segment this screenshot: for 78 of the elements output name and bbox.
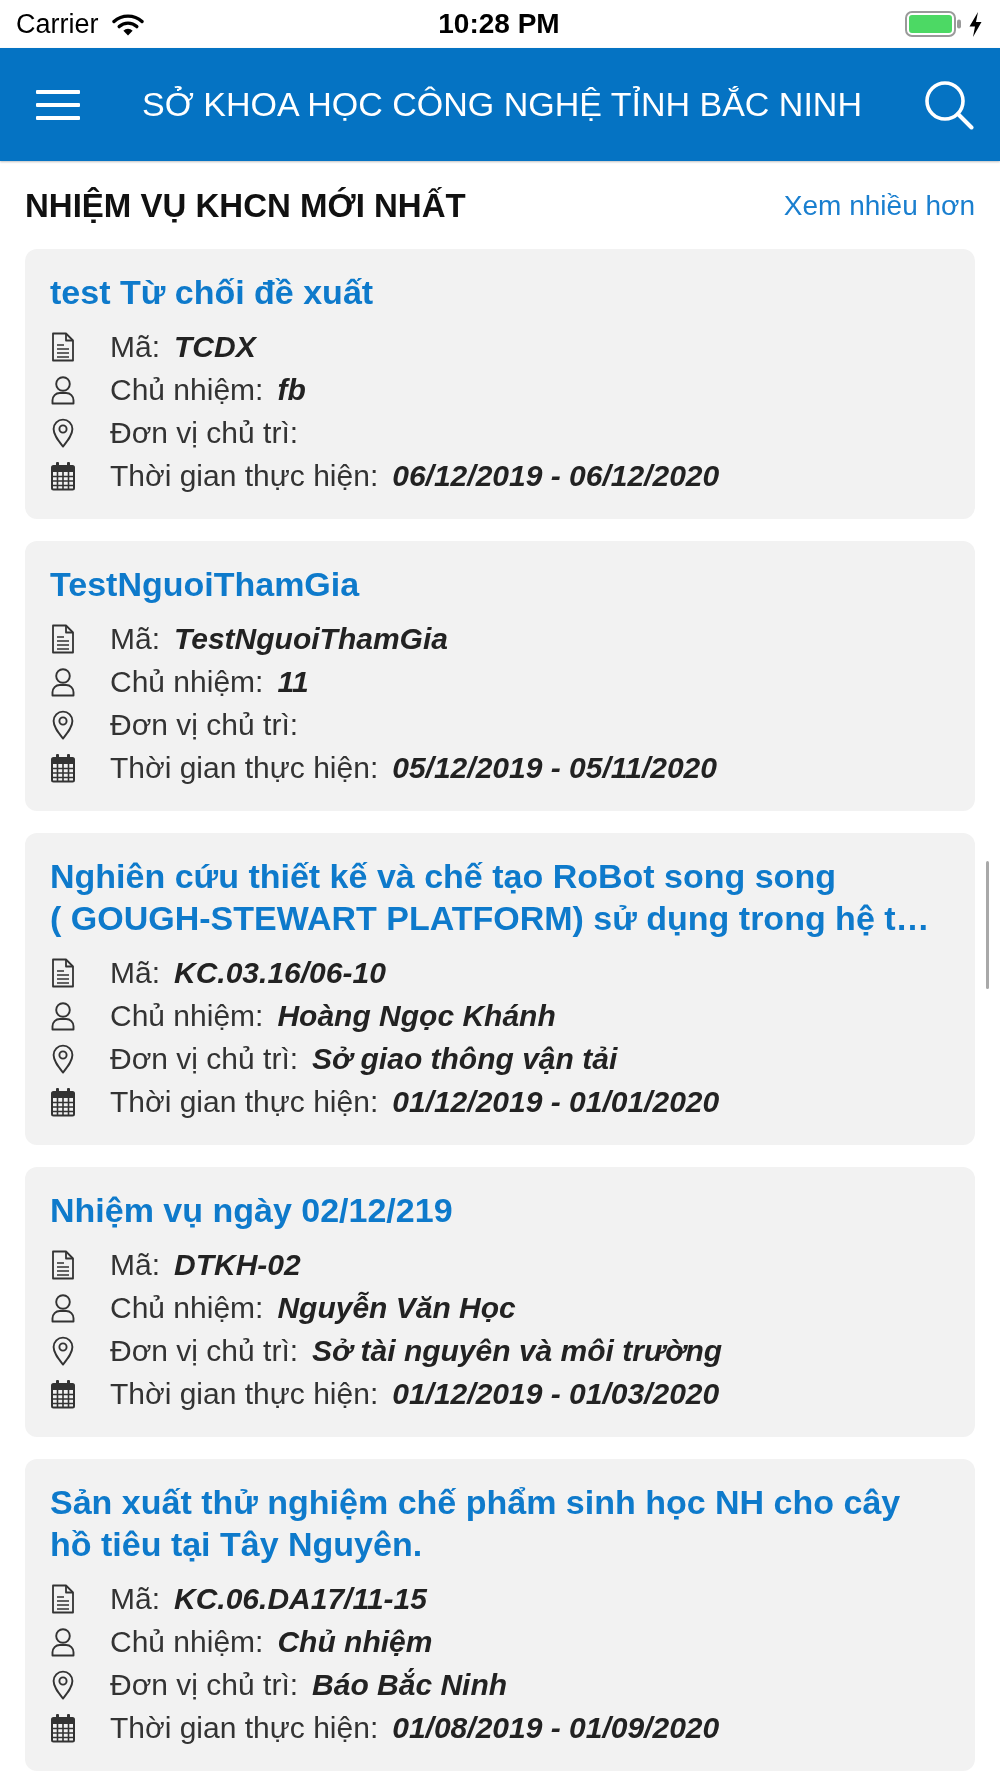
map-pin-icon: [50, 1335, 76, 1366]
field-label: Đơn vị chủ trì:: [110, 1332, 299, 1369]
document-icon: [50, 1583, 76, 1614]
section-title: NHIỆM VỤ KHCN MỚI NHẤT: [25, 188, 466, 224]
field-value: fb: [277, 371, 306, 408]
person-icon: [50, 1000, 76, 1031]
field-label: Đơn vị chủ trì:: [110, 1040, 299, 1077]
field-value: DTKH-02: [174, 1246, 301, 1283]
task-card[interactable]: Nhiệm vụ ngày 02/12/219 Mã: DTKH-02 Chủ nhiệm: Nguyễn Văn Học Đơn vị chủ trì: Sở tài nguyên và môi trường Thời gian thực hiện: 01/12/2019 - 01/03/2020: [25, 1167, 975, 1437]
field-value: Nguyễn Văn Học: [277, 1289, 516, 1326]
task-card[interactable]: test Từ chối đề xuất Mã: TCDX Chủ nhiệm: fb Đơn vị chủ trì: Thời gian thực hiện: 06/12/2019 - 06/12/2020: [25, 249, 975, 519]
field-value: Báo Bắc Ninh: [312, 1666, 508, 1703]
field-value: Sở giao thông vận tải: [312, 1040, 618, 1077]
field-label: Thời gian thực hiện:: [110, 1083, 379, 1120]
field-value: 01/12/2019 - 01/01/2020: [392, 1083, 720, 1120]
person-icon: [50, 666, 76, 697]
field-value: Hoàng Ngọc Khánh: [277, 997, 556, 1034]
person-icon: [50, 374, 76, 405]
task-title: Sản xuất thử nghiệm chế phẩm sinh học NH cho cây hồ tiêu tại Tây Nguyên.: [50, 1482, 902, 1565]
field-label: Đơn vị chủ trì:: [110, 706, 299, 743]
field-label: Mã:: [110, 1246, 160, 1283]
field-value: 05/12/2019 - 05/11/2020: [392, 749, 717, 786]
field-value: TestNguoiThamGia: [174, 620, 448, 657]
map-pin-icon: [50, 417, 76, 448]
person-icon: [50, 1626, 76, 1657]
search-icon[interactable]: [924, 79, 974, 130]
see-more-link[interactable]: Xem nhiều hơn: [783, 188, 975, 224]
document-icon: [50, 1249, 76, 1280]
task-title: TestNguoiThamGia: [50, 564, 361, 605]
map-pin-icon: [50, 709, 76, 740]
calendar-icon: [50, 752, 76, 783]
task-title: Nhiệm vụ ngày 02/12/219: [50, 1190, 454, 1231]
carrier-name: Carrier: [16, 10, 99, 38]
field-value: Sở tài nguyên và môi trường: [312, 1332, 723, 1369]
field-label: Chủ nhiệm:: [110, 997, 264, 1034]
field-label: Mã:: [110, 328, 160, 365]
field-label: Mã:: [110, 620, 160, 657]
field-value: 01/12/2019 - 01/03/2020: [392, 1375, 720, 1412]
field-value: KC.06.DA17/11-15: [174, 1580, 427, 1617]
map-pin-icon: [50, 1043, 76, 1074]
field-label: Thời gian thực hiện:: [110, 1709, 379, 1746]
calendar-icon: [50, 1086, 76, 1117]
task-card[interactable]: Sản xuất thử nghiệm chế phẩm sinh học NH cho cây hồ tiêu tại Tây Nguyên. Mã: KC.06.DA17/11-15 Chủ nhiệm: Chủ nhiệm Đơn vị chủ trì: Báo Bắc Ninh Thời gian thực hiện: 01/08/2019 - 01/09/2020: [25, 1459, 975, 1771]
field-label: Đơn vị chủ trì:: [110, 1666, 299, 1703]
calendar-icon: [50, 1378, 76, 1409]
field-label: Thời gian thực hiện:: [110, 457, 379, 494]
field-value: Chủ nhiệm: [277, 1623, 433, 1660]
calendar-icon: [50, 1712, 76, 1743]
field-label: Chủ nhiệm:: [110, 371, 264, 408]
field-label: Đơn vị chủ trì:: [110, 414, 299, 451]
task-card[interactable]: [25, 833, 975, 1145]
field-label: Chủ nhiệm:: [110, 663, 264, 700]
field-value: 11: [277, 663, 309, 700]
field-value: 06/12/2019 - 06/12/2020: [392, 457, 720, 494]
menu-icon[interactable]: [36, 89, 80, 120]
task-title: test Từ chối đề xuất: [50, 272, 375, 313]
task-card[interactable]: TestNguoiThamGia Mã: TestNguoiThamGia Chủ nhiệm: 11 Đơn vị chủ trì: Thời gian thực hiện: 05/12/2019 - 05/11/2020: [25, 541, 975, 811]
field-value: TCDX: [174, 328, 256, 365]
status-time: 10:28 PM: [438, 10, 560, 38]
charging-bolt-icon: [969, 11, 982, 37]
field-label: Chủ nhiệm:: [110, 1289, 264, 1326]
field-label: Mã:: [110, 1580, 160, 1617]
document-icon: [50, 957, 76, 988]
wifi-icon: [111, 12, 144, 36]
task-title: Nghiên cứu thiết kế và chế tạo RoBot song song ( GOUGH-STEWART PLATFORM) sử dụng trong hệ t…: [50, 856, 931, 939]
field-label: Thời gian thực hiện:: [110, 749, 379, 786]
field-value: 01/08/2019 - 01/09/2020: [392, 1709, 720, 1746]
map-pin-icon: [50, 1669, 76, 1700]
field-label: Thời gian thực hiện:: [110, 1375, 379, 1412]
document-icon: [50, 623, 76, 654]
document-icon: [50, 331, 76, 362]
person-icon: [50, 1292, 76, 1323]
field-value: KC.03.16/06-10: [174, 954, 386, 991]
field-label: Mã:: [110, 954, 160, 991]
calendar-icon: [50, 460, 76, 491]
battery-icon: [905, 11, 961, 37]
field-label: Chủ nhiệm:: [110, 1623, 264, 1660]
app-title: SỞ KHOA HỌC CÔNG NGHỆ TỈNH BẮC NINH: [141, 84, 863, 125]
